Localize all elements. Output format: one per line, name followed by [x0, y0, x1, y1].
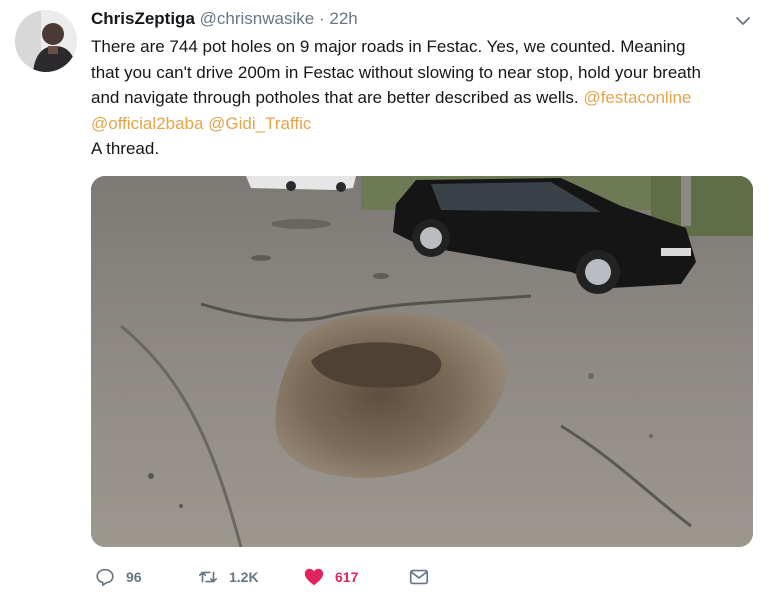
retweet-action[interactable]: 1.2K — [197, 566, 259, 588]
separator-dot: · — [318, 9, 325, 28]
mention-link[interactable]: @Gidi_Traffic — [208, 114, 311, 133]
tweet-text-line: A thread. — [91, 139, 160, 158]
avatar-image — [15, 10, 77, 72]
retweet-icon — [198, 571, 218, 583]
tweet-text-line: @official2baba @Gidi_Traffic — [91, 111, 761, 137]
chevron-down-icon[interactable] — [734, 12, 752, 30]
like-action[interactable]: 617 — [303, 566, 358, 588]
display-name[interactable]: ChrisZeptiga — [91, 9, 195, 28]
tweet: ChrisZeptiga @chrisnwasike · 22h There a… — [0, 0, 768, 593]
tweet-header: ChrisZeptiga @chrisnwasike · 22h — [91, 9, 728, 29]
pothole-road-photo — [91, 176, 753, 547]
tweet-text-segment: and navigate through potholes that are b… — [91, 88, 579, 107]
mail-icon — [409, 569, 429, 585]
mention-link[interactable]: @official2baba — [91, 114, 203, 133]
tweet-photo[interactable] — [91, 176, 753, 547]
tweet-text-line: and navigate through potholes that are b… — [91, 85, 761, 111]
tweet-text: There are 744 pot holes on 9 major roads… — [91, 34, 761, 162]
like-count: 617 — [335, 569, 359, 585]
tweet-actions: 96 1.2K 617 — [91, 562, 511, 592]
tweet-text-line: There are 744 pot holes on 9 major roads… — [91, 37, 686, 56]
avatar[interactable] — [15, 10, 77, 72]
retweet-count: 1.2K — [229, 569, 259, 585]
reply-action[interactable]: 96 — [94, 566, 142, 588]
reply-icon — [96, 568, 114, 587]
direct-message-action[interactable] — [408, 566, 430, 588]
mention-link[interactable]: @festaconline — [583, 88, 691, 107]
tweet-text-line: that you can't drive 200m in Festac with… — [91, 62, 701, 82]
reply-count: 96 — [126, 569, 142, 585]
timestamp[interactable]: 22h — [329, 9, 357, 28]
user-handle[interactable]: @chrisnwasike — [200, 9, 315, 28]
heart-icon — [304, 568, 324, 586]
